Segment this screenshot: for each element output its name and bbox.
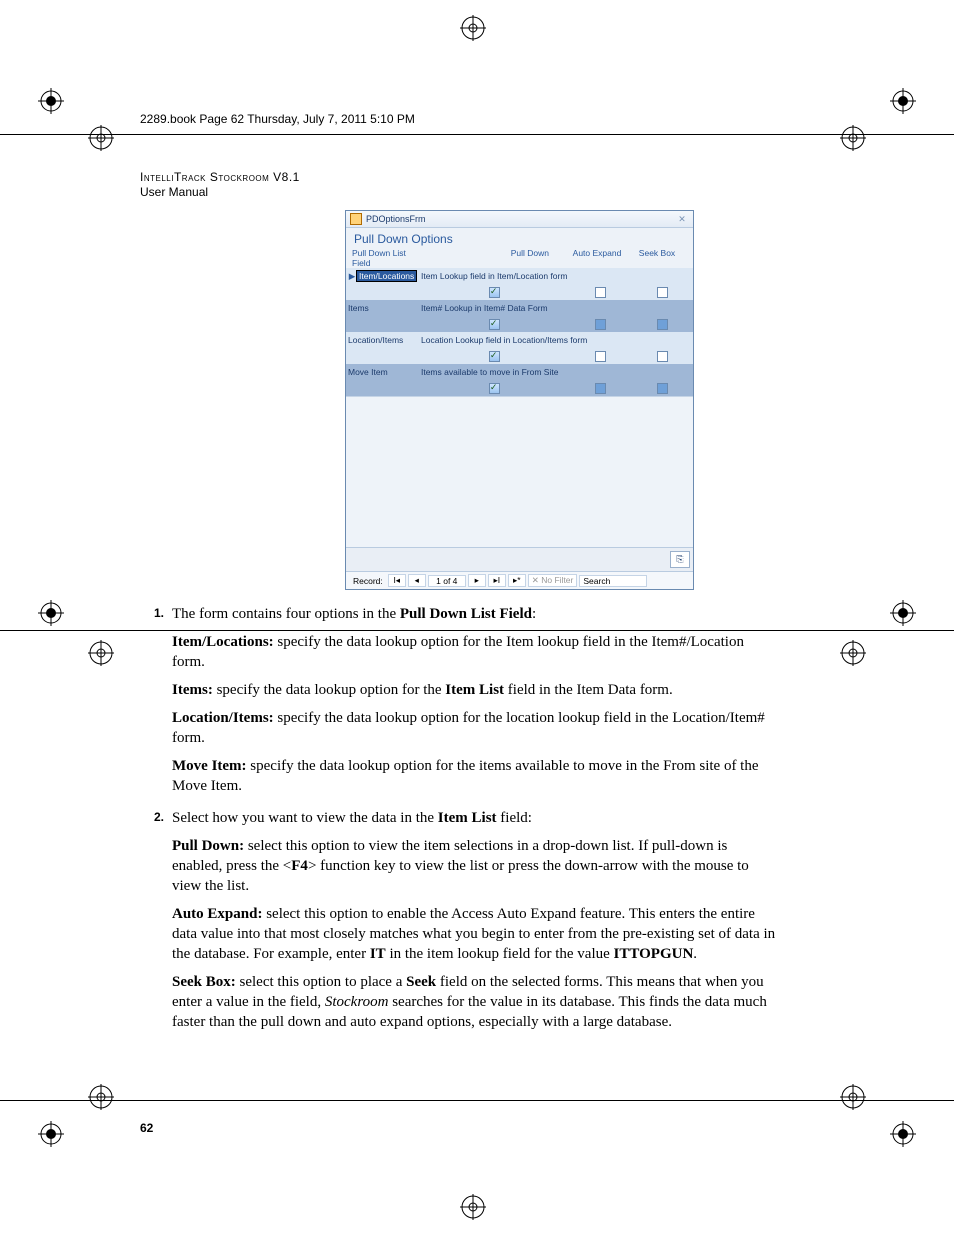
window-title: PDOptionsFrm	[366, 214, 426, 224]
list-number-2: 2.	[140, 810, 172, 1040]
col-pull-down: Pull Down	[422, 248, 567, 268]
para-items: Items: specify the data lookup option fo…	[172, 680, 780, 700]
product-title: IntelliTrack Stockroom V8.1	[140, 170, 780, 185]
row-description: Item# Lookup in Item# Data Form	[419, 300, 693, 316]
table-row-checks	[346, 284, 693, 300]
crop-line	[0, 134, 954, 135]
row-description: Item Lookup field in Item/Location form	[419, 268, 693, 284]
checkbox-icon[interactable]	[489, 287, 500, 298]
record-label: Record:	[350, 576, 386, 586]
row-selector-icon: ▶	[348, 271, 356, 282]
doc-subtitle: User Manual	[140, 185, 780, 200]
options-grid: ▶Item/LocationsItem Lookup field in Item…	[346, 268, 693, 396]
nav-next-button[interactable]: ▸	[468, 574, 486, 587]
no-filter-indicator: ✕ No Filter	[528, 574, 578, 587]
close-icon[interactable]: ✕	[675, 214, 689, 225]
nav-first-button[interactable]: I◂	[388, 574, 406, 587]
record-position: 1 of 4	[428, 575, 466, 587]
checkbox-icon[interactable]	[657, 351, 668, 362]
checkbox-icon[interactable]	[595, 319, 606, 330]
checkbox-icon[interactable]	[595, 351, 606, 362]
para-intro-2: Select how you want to view the data in …	[172, 808, 780, 828]
col-seek-box: Seek Box	[627, 248, 687, 268]
row-description: Items available to move in From Site	[419, 364, 693, 380]
para-pull-down: Pull Down: select this option to view th…	[172, 836, 780, 896]
checkbox-icon[interactable]	[657, 287, 668, 298]
list-number-1: 1.	[140, 606, 172, 804]
checkbox-icon[interactable]	[657, 319, 668, 330]
table-row[interactable]: ItemsItem# Lookup in Item# Data Form	[346, 300, 693, 316]
book-header-line: 2289.book Page 62 Thursday, July 7, 2011…	[140, 112, 415, 126]
nav-prev-button[interactable]: ◂	[408, 574, 426, 587]
row-description: Location Lookup field in Location/Items …	[419, 332, 693, 348]
grid-empty-area	[346, 396, 693, 547]
row-name: Location/Items	[346, 332, 419, 348]
page-header: IntelliTrack Stockroom V8.1 User Manual	[140, 170, 780, 200]
para-location-items: Location/Items: specify the data lookup …	[172, 708, 780, 748]
exit-button[interactable]: ⎘	[670, 551, 690, 568]
para-auto-expand: Auto Expand: select this option to enabl…	[172, 904, 780, 964]
table-row-checks	[346, 380, 693, 396]
register-mark-icon	[460, 15, 486, 41]
para-intro-1: The form contains four options in the Pu…	[172, 604, 780, 624]
table-row-checks	[346, 316, 693, 332]
table-row[interactable]: Location/ItemsLocation Lookup field in L…	[346, 332, 693, 348]
register-mark-icon	[840, 1084, 866, 1110]
para-move-item: Move Item: specify the data lookup optio…	[172, 756, 780, 796]
checkbox-icon[interactable]	[595, 287, 606, 298]
checkbox-icon[interactable]	[489, 319, 500, 330]
screenshot-pdoptionsfrm: PDOptionsFrm ✕ Pull Down Options Pull Do…	[345, 210, 694, 590]
col-pulldown-list-field: Pull Down List Field	[352, 248, 422, 268]
register-mark-icon	[890, 88, 916, 114]
register-mark-icon	[88, 125, 114, 151]
window-titlebar: PDOptionsFrm ✕	[346, 211, 693, 228]
column-headers: Pull Down List Field Pull Down Auto Expa…	[346, 248, 693, 268]
nav-new-button[interactable]: ▸*	[508, 574, 526, 587]
row-name: Items	[346, 300, 419, 316]
col-auto-expand: Auto Expand	[567, 248, 627, 268]
form-heading: Pull Down Options	[346, 228, 693, 248]
register-mark-icon	[38, 600, 64, 626]
register-mark-icon	[840, 125, 866, 151]
page-number: 62	[140, 1121, 153, 1135]
search-box[interactable]: Search	[579, 575, 647, 587]
row-name: Move Item	[346, 364, 419, 380]
para-seek-box: Seek Box: select this option to place a …	[172, 972, 780, 1032]
nav-last-button[interactable]: ▸I	[488, 574, 506, 587]
checkbox-icon[interactable]	[595, 383, 606, 394]
checkbox-icon[interactable]	[657, 383, 668, 394]
form-button-bar: ⎘	[346, 547, 693, 571]
register-mark-icon	[890, 600, 916, 626]
register-mark-icon	[890, 1121, 916, 1147]
para-item-locations: Item/Locations: specify the data lookup …	[172, 632, 780, 672]
register-mark-icon	[38, 88, 64, 114]
table-row[interactable]: ▶Item/LocationsItem Lookup field in Item…	[346, 268, 693, 284]
table-row-checks	[346, 348, 693, 364]
record-navigator: Record: I◂ ◂ 1 of 4 ▸ ▸I ▸* ✕ No Filter …	[346, 571, 693, 589]
register-mark-icon	[88, 1084, 114, 1110]
table-row[interactable]: Move ItemItems available to move in From…	[346, 364, 693, 380]
app-icon	[350, 213, 362, 225]
checkbox-icon[interactable]	[489, 351, 500, 362]
register-mark-icon	[840, 640, 866, 666]
register-mark-icon	[38, 1121, 64, 1147]
register-mark-icon	[88, 640, 114, 666]
row-name: Item/Locations	[356, 270, 417, 282]
crop-line	[0, 1100, 954, 1101]
register-mark-icon	[460, 1194, 486, 1220]
checkbox-icon[interactable]	[489, 383, 500, 394]
